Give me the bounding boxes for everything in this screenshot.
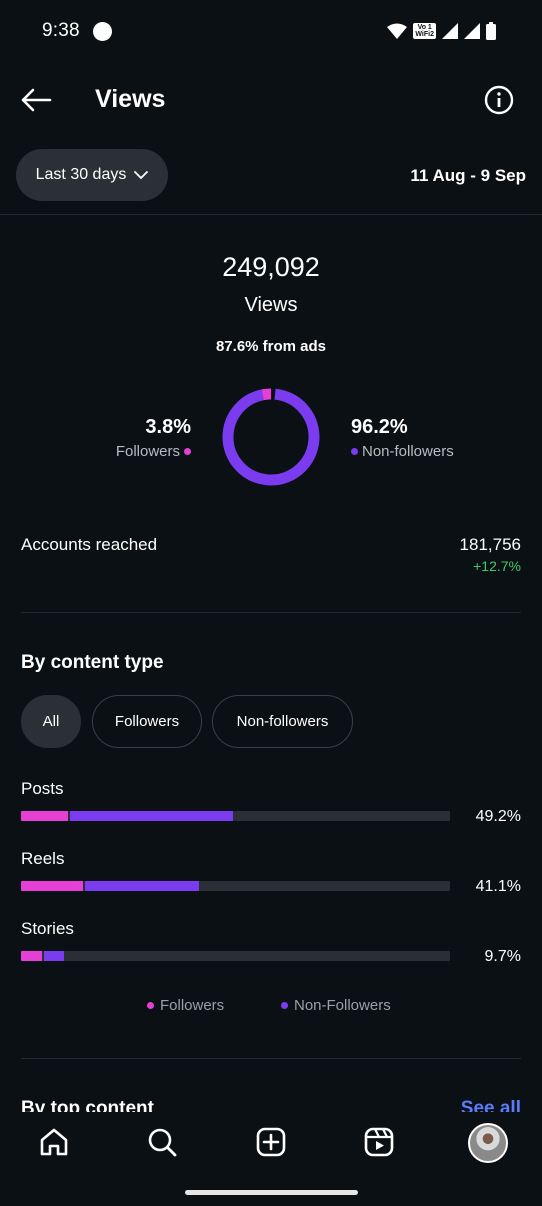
nav-create-button[interactable] [253,1124,289,1160]
nonfollowers-legend-label: Non-followers [362,443,454,460]
followers-legend-label: Followers [115,443,180,460]
search-icon [148,1128,177,1157]
nonfollowers-dot-icon [281,1002,288,1009]
signal-icon [442,23,458,39]
top-content-title: By top content [21,1098,154,1112]
stories-percent: 9.7% [484,948,521,965]
nav-profile-avatar[interactable] [468,1123,508,1163]
donut-segment-followers [222,388,320,486]
accounts-reached-label: Accounts reached [21,535,158,554]
posts-label: Posts [21,779,64,798]
network-label-bottom: WiFi2 [415,31,434,38]
notification-dot-icon [93,22,112,41]
nav-reels-button[interactable] [361,1124,397,1160]
back-button[interactable] [18,84,54,116]
chip-followers-label: Followers [114,713,180,730]
ads-share-text: 87.6% from ads [215,338,327,355]
total-views-value: 249,092 [222,252,320,282]
chip-all-label: All [42,713,60,730]
stories-bar [21,951,450,961]
stories-bar-followers [21,951,42,961]
followers-dot-icon [184,448,191,455]
chip-all[interactable]: All [21,695,81,748]
audience-donut-chart [222,388,320,486]
reels-percent: 41.1% [475,878,521,895]
posts-percent: 49.2% [475,808,521,825]
followers-dot-icon [147,1002,154,1009]
nonfollowers-percent: 96.2% [351,416,408,438]
info-button[interactable] [484,85,514,115]
arrow-left-icon [21,88,52,112]
status-time: 9:38 [42,20,80,41]
posts-bar-followers [21,811,68,821]
wifi-icon [387,23,408,39]
reels-icon [364,1127,394,1157]
signal-2-icon [464,23,480,39]
legend-followers-label: Followers [160,997,225,1014]
stories-bar-nonfollowers [44,951,64,961]
info-icon [484,85,514,115]
reels-bar-followers [21,881,83,891]
content-type-title: By content type [21,652,164,673]
battery-icon [486,22,496,40]
chevron-down-icon [134,171,149,180]
page-title: Views [95,85,166,113]
chip-followers[interactable]: Followers [92,695,202,748]
followers-percent: 3.8% [145,416,191,438]
home-icon [40,1128,68,1156]
chip-nonfollowers-label: Non-followers [236,713,329,730]
reels-label: Reels [21,849,65,868]
home-indicator [185,1190,358,1195]
date-range-dropdown[interactable]: Last 30 days [16,149,168,201]
legend-nonfollowers: Non-Followers [281,997,391,1014]
chip-nonfollowers[interactable]: Non-followers [212,695,353,748]
accounts-reached-value: 181,756 [459,535,521,554]
reels-bar-nonfollowers [85,881,199,891]
date-range-dropdown-label: Last 30 days [35,166,127,183]
legend-followers: Followers [147,997,224,1014]
posts-bar-nonfollowers [70,811,233,821]
divider [21,612,521,613]
reels-bar [21,881,450,891]
divider [0,214,542,215]
nonfollowers-dot-icon [351,448,358,455]
divider [21,1058,521,1059]
status-icons: Vo 1 WiFi2 [387,20,496,42]
stories-label: Stories [21,919,74,938]
network-label: Vo 1 WiFi2 [413,23,436,39]
nav-search-button[interactable] [144,1124,180,1160]
nonfollowers-legend: Non-followers [351,443,454,460]
date-range-text: 11 Aug - 9 Sep [410,166,526,185]
posts-bar [21,811,450,821]
followers-legend: Followers [116,443,191,460]
donut-segment-nonfollowers [222,388,320,486]
legend-nonfollowers-label: Non-Followers [294,997,391,1014]
nav-home-button[interactable] [36,1124,72,1160]
create-icon [256,1127,286,1157]
network-label-top: Vo 1 [417,24,432,31]
accounts-reached-change: +12.7% [473,558,521,574]
views-label: Views [244,294,298,316]
see-all-link[interactable]: See all [461,1098,521,1112]
